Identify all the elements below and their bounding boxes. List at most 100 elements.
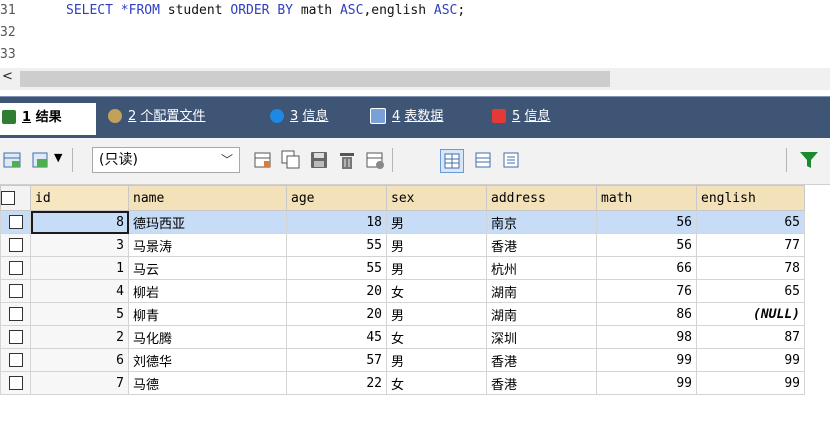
row-checkbox[interactable] bbox=[0, 325, 31, 349]
cell-name[interactable]: 马云 bbox=[128, 256, 287, 280]
cell-name[interactable]: 马德 bbox=[128, 371, 287, 395]
cell-math[interactable]: 76 bbox=[596, 279, 697, 303]
cell-id[interactable]: 6 bbox=[30, 348, 129, 372]
cell-id[interactable]: 5 bbox=[30, 302, 129, 326]
row-checkbox[interactable] bbox=[0, 302, 31, 326]
cell-age[interactable]: 20 bbox=[286, 302, 387, 326]
text-view-icon[interactable] bbox=[500, 149, 522, 171]
cell-sex[interactable]: 女 bbox=[386, 325, 487, 349]
table-row[interactable]: 4 柳岩 20 女湖南 76 65 bbox=[0, 279, 805, 303]
readonly-select[interactable]: (只读) ﹀ bbox=[92, 147, 240, 173]
row-checkbox[interactable] bbox=[0, 256, 31, 280]
cell-address[interactable]: 深圳 bbox=[486, 325, 597, 349]
checkbox-icon[interactable] bbox=[8, 330, 23, 344]
checkbox-icon[interactable] bbox=[8, 353, 23, 367]
column-header-english[interactable]: english bbox=[696, 185, 805, 211]
column-header-math[interactable]: math bbox=[596, 185, 697, 211]
cell-name[interactable]: 马化腾 bbox=[128, 325, 287, 349]
table-row[interactable]: 7 马德 22 女香港 99 99 bbox=[0, 371, 805, 395]
checkbox-icon[interactable] bbox=[8, 284, 23, 298]
duplicate-row-icon[interactable] bbox=[280, 149, 302, 171]
cell-sex[interactable]: 男 bbox=[386, 348, 487, 372]
cell-age[interactable]: 20 bbox=[286, 279, 387, 303]
sql-editor[interactable]: 31 SELECT *FROM student ORDER BY math ASC… bbox=[0, 0, 830, 68]
tab-info[interactable]: 3 信息 bbox=[268, 103, 328, 131]
filter-icon[interactable] bbox=[798, 149, 820, 171]
cell-math[interactable]: 99 bbox=[596, 371, 697, 395]
cell-age[interactable]: 55 bbox=[286, 233, 387, 257]
cell-age[interactable]: 57 bbox=[286, 348, 387, 372]
grid-view-icon[interactable] bbox=[440, 149, 464, 173]
row-checkbox[interactable] bbox=[0, 279, 31, 303]
cell-address[interactable]: 湖南 bbox=[486, 302, 597, 326]
cell-address[interactable]: 南京 bbox=[486, 210, 597, 234]
cell-name[interactable]: 柳岩 bbox=[128, 279, 287, 303]
table-row[interactable]: 1 马云 55 男杭州 66 78 bbox=[0, 256, 805, 280]
save-icon[interactable] bbox=[308, 149, 330, 171]
form-view-icon[interactable] bbox=[472, 149, 494, 171]
cell-sex[interactable]: 男 bbox=[386, 210, 487, 234]
add-row-icon[interactable] bbox=[252, 149, 274, 171]
cell-math[interactable]: 86 bbox=[596, 302, 697, 326]
insert-row-icon[interactable] bbox=[2, 149, 24, 171]
cell-english[interactable]: 65 bbox=[696, 279, 805, 303]
cell-math[interactable]: 56 bbox=[596, 210, 697, 234]
save-grid-icon[interactable] bbox=[30, 149, 52, 171]
cell-id[interactable]: 2 bbox=[30, 325, 129, 349]
cell-id[interactable]: 3 bbox=[30, 233, 129, 257]
cell-english[interactable]: 99 bbox=[696, 348, 805, 372]
delete-icon[interactable] bbox=[336, 149, 358, 171]
cell-name[interactable]: 德玛西亚 bbox=[128, 210, 287, 234]
cell-id[interactable]: 8 bbox=[30, 210, 129, 234]
checkbox-icon[interactable] bbox=[1, 191, 15, 205]
cell-sex[interactable]: 女 bbox=[386, 279, 487, 303]
scrollbar-thumb[interactable] bbox=[20, 71, 610, 87]
tab-results[interactable]: 1 结果 bbox=[0, 103, 96, 135]
cell-english[interactable]: 65 bbox=[696, 210, 805, 234]
checkbox-icon[interactable] bbox=[8, 376, 23, 390]
cell-sex[interactable]: 男 bbox=[386, 256, 487, 280]
table-row[interactable]: 5 柳青 20 男湖南 86 (NULL) bbox=[0, 302, 805, 326]
cell-sex[interactable]: 女 bbox=[386, 371, 487, 395]
cell-sex[interactable]: 男 bbox=[386, 233, 487, 257]
tab-profile[interactable]: 2 个配置文件 bbox=[106, 103, 205, 131]
table-row[interactable]: 3 马景涛 55 男香港 56 77 bbox=[0, 233, 805, 257]
cell-age[interactable]: 22 bbox=[286, 371, 387, 395]
cell-age[interactable]: 45 bbox=[286, 325, 387, 349]
column-header-id[interactable]: id bbox=[30, 185, 129, 211]
cell-english[interactable]: 78 bbox=[696, 256, 805, 280]
cell-math[interactable]: 98 bbox=[596, 325, 697, 349]
cell-english[interactable]: 99 bbox=[696, 371, 805, 395]
cell-address[interactable]: 香港 bbox=[486, 371, 597, 395]
cell-name[interactable]: 刘德华 bbox=[128, 348, 287, 372]
scroll-left-icon[interactable]: < bbox=[2, 69, 13, 84]
cell-english[interactable]: 77 bbox=[696, 233, 805, 257]
horizontal-scrollbar[interactable]: < bbox=[0, 68, 830, 90]
checkbox-icon[interactable] bbox=[8, 307, 23, 321]
cell-address[interactable]: 香港 bbox=[486, 233, 597, 257]
cell-name[interactable]: 马景涛 bbox=[128, 233, 287, 257]
column-header-age[interactable]: age bbox=[286, 185, 387, 211]
cell-math[interactable]: 99 bbox=[596, 348, 697, 372]
column-header-address[interactable]: address bbox=[486, 185, 597, 211]
chevron-down-icon[interactable]: ▼ bbox=[54, 151, 62, 164]
cell-math[interactable]: 66 bbox=[596, 256, 697, 280]
cell-age[interactable]: 18 bbox=[286, 210, 387, 234]
cell-id[interactable]: 1 bbox=[30, 256, 129, 280]
cell-sex[interactable]: 男 bbox=[386, 302, 487, 326]
tab-info-2[interactable]: 5 信息 bbox=[490, 103, 550, 131]
cell-age[interactable]: 55 bbox=[286, 256, 387, 280]
row-checkbox[interactable] bbox=[0, 371, 31, 395]
cell-name[interactable]: 柳青 bbox=[128, 302, 287, 326]
cancel-changes-icon[interactable] bbox=[364, 149, 386, 171]
cell-address[interactable]: 湖南 bbox=[486, 279, 597, 303]
table-row[interactable]: 2 马化腾 45 女深圳 98 87 bbox=[0, 325, 805, 349]
column-header-sex[interactable]: sex bbox=[386, 185, 487, 211]
column-header-name[interactable]: name bbox=[128, 185, 287, 211]
cell-address[interactable]: 香港 bbox=[486, 348, 597, 372]
checkbox-icon[interactable] bbox=[8, 261, 23, 275]
checkbox-icon[interactable] bbox=[8, 215, 23, 229]
row-checkbox[interactable] bbox=[0, 233, 31, 257]
cell-english[interactable]: 87 bbox=[696, 325, 805, 349]
checkbox-icon[interactable] bbox=[8, 238, 23, 252]
